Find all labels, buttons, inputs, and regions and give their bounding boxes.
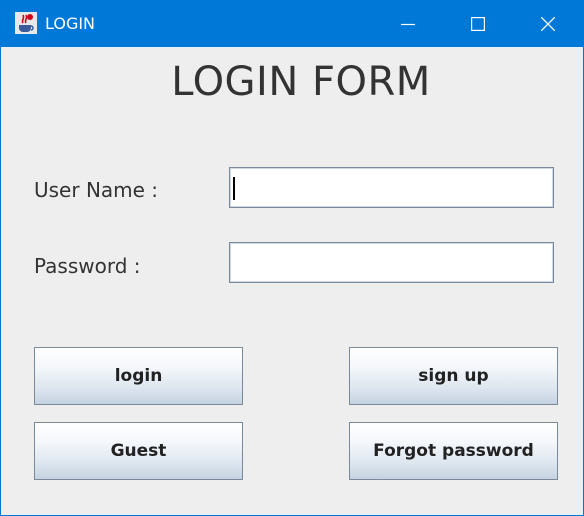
username-label: User Name :	[34, 178, 159, 202]
guest-button[interactable]: Guest	[34, 422, 243, 480]
minimize-icon	[401, 23, 415, 26]
maximize-icon	[471, 17, 485, 31]
maximize-button[interactable]	[443, 1, 513, 47]
title-bar[interactable]: LOGIN	[1, 1, 583, 47]
java-cup-icon[interactable]	[15, 12, 37, 34]
close-icon	[541, 17, 555, 31]
signup-button[interactable]: sign up	[349, 347, 558, 405]
page-title: LOGIN FORM	[171, 59, 431, 105]
password-input[interactable]	[229, 242, 554, 283]
login-window: LOGIN LOGIN FORM User Name : Password : …	[0, 0, 584, 516]
minimize-button[interactable]	[373, 1, 443, 47]
close-button[interactable]	[513, 1, 583, 47]
username-input[interactable]	[229, 167, 554, 208]
forgot-password-button[interactable]: Forgot password	[349, 422, 558, 480]
window-title: LOGIN	[45, 14, 96, 33]
login-button[interactable]: login	[34, 347, 243, 405]
password-label: Password :	[34, 254, 141, 278]
text-caret	[233, 177, 235, 200]
form-panel: LOGIN FORM User Name : Password : login …	[1, 47, 583, 515]
